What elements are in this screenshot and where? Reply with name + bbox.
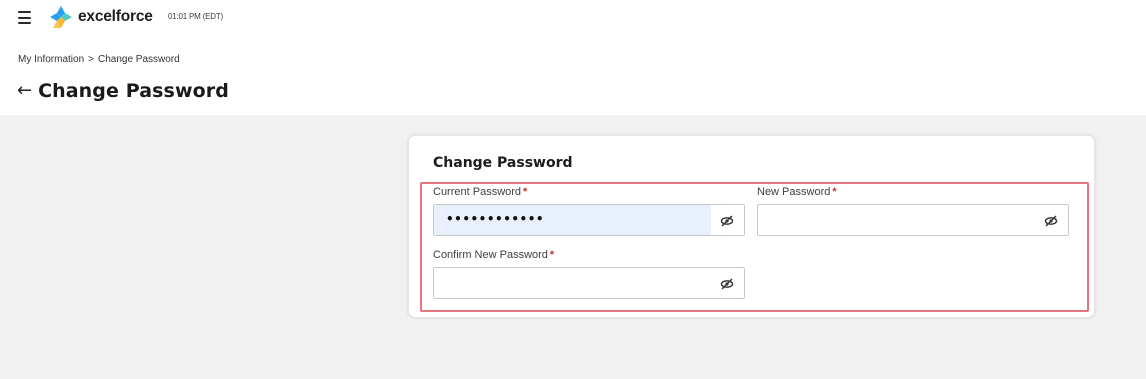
card-title: Change Password: [433, 155, 573, 171]
current-password-label: Current Password *: [433, 186, 527, 198]
new-password-input[interactable]: [757, 204, 1069, 236]
confirm-password-input[interactable]: [433, 267, 745, 299]
new-password-label-text: New Password: [757, 186, 831, 198]
current-password-input[interactable]: ••••••••••••: [433, 204, 745, 236]
required-marker: *: [549, 249, 555, 261]
current-password-label-text: Current Password: [433, 186, 522, 198]
required-marker: *: [523, 186, 528, 198]
page-title-row: ← Change Password: [17, 80, 229, 102]
excelforce-logo-icon: [50, 6, 72, 28]
back-arrow-icon[interactable]: ←: [17, 81, 32, 101]
confirm-password-label: Confirm New Password *: [433, 249, 554, 261]
current-password-value: ••••••••••••: [446, 212, 545, 226]
breadcrumb-my-information[interactable]: My Information: [18, 54, 84, 65]
breadcrumb: My Information > Change Password: [18, 54, 180, 65]
logo-text: excelforce: [78, 8, 153, 25]
new-password-label: New Password *: [757, 186, 837, 198]
clock: 01:01 PM (EDT): [168, 12, 223, 21]
top-bar: excelforce 01:01 PM (EDT): [0, 0, 1146, 36]
breadcrumb-separator: >: [88, 54, 94, 65]
eye-slash-icon[interactable]: [720, 277, 734, 291]
eye-slash-icon[interactable]: [720, 214, 734, 228]
confirm-password-label-text: Confirm New Password: [433, 249, 548, 261]
breadcrumb-change-password: Change Password: [97, 54, 180, 65]
required-marker: *: [832, 186, 837, 198]
hamburger-menu-icon[interactable]: [18, 11, 31, 24]
page-title: Change Password: [38, 80, 229, 102]
eye-slash-icon[interactable]: [1044, 214, 1058, 228]
